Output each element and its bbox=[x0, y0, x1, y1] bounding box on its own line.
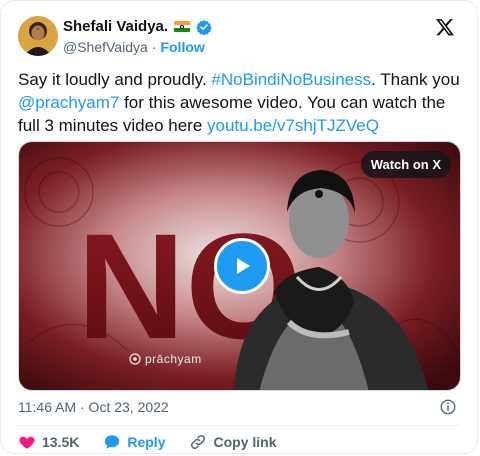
like-button[interactable]: 13.5K bbox=[18, 433, 79, 451]
prachyam-logo-icon bbox=[129, 353, 141, 365]
author-handle-row: @ShefVaidya · Follow bbox=[63, 39, 205, 55]
verified-badge-icon bbox=[196, 19, 212, 35]
play-button[interactable] bbox=[214, 238, 270, 294]
reply-label: Reply bbox=[127, 434, 166, 450]
heart-icon bbox=[19, 436, 35, 449]
prachyam-watermark: prāchyam bbox=[129, 352, 202, 366]
mention-link[interactable]: @prachyam7 bbox=[18, 93, 119, 112]
action-bar: 13.5K Reply Copy link bbox=[18, 433, 301, 451]
tweet-card: Shefali Vaidya. @ShefVaidya · Follow Say… bbox=[0, 0, 478, 454]
author-name-row[interactable]: Shefali Vaidya. bbox=[63, 18, 212, 35]
separator: · bbox=[151, 39, 157, 55]
tweet-text-part: Say it loudly and proudly. bbox=[18, 70, 212, 89]
hashtag-link[interactable]: #NoBindiNoBusiness bbox=[211, 70, 371, 89]
copy-link-button[interactable]: Copy link bbox=[189, 433, 277, 451]
link-icon bbox=[191, 434, 206, 450]
follow-button[interactable]: Follow bbox=[160, 39, 204, 55]
avatar[interactable] bbox=[18, 16, 58, 56]
divider bbox=[18, 425, 460, 426]
india-flag-icon bbox=[174, 21, 191, 32]
video-media[interactable]: NO Watch on X prāchyam bbox=[18, 141, 461, 391]
x-logo-icon[interactable] bbox=[435, 17, 455, 37]
copy-link-label: Copy link bbox=[213, 434, 277, 450]
info-icon[interactable] bbox=[439, 398, 457, 416]
author-handle[interactable]: @ShefVaidya bbox=[63, 39, 148, 55]
play-icon bbox=[237, 258, 250, 274]
reply-button[interactable]: Reply bbox=[103, 433, 165, 451]
like-count: 13.5K bbox=[42, 434, 80, 450]
watch-on-x-button[interactable]: Watch on X bbox=[360, 151, 451, 178]
reply-icon bbox=[105, 435, 120, 449]
author-name[interactable]: Shefali Vaidya. bbox=[63, 18, 168, 35]
video-url-link[interactable]: youtu.be/v7shjTJZVeQ bbox=[207, 116, 379, 135]
tweet-text-part: . Thank you bbox=[371, 70, 460, 89]
timestamp[interactable]: 11:46 AM · Oct 23, 2022 bbox=[18, 399, 169, 415]
brand-text: prāchyam bbox=[145, 352, 202, 366]
tweet-text: Say it loudly and proudly. #NoBindiNoBus… bbox=[18, 68, 468, 137]
